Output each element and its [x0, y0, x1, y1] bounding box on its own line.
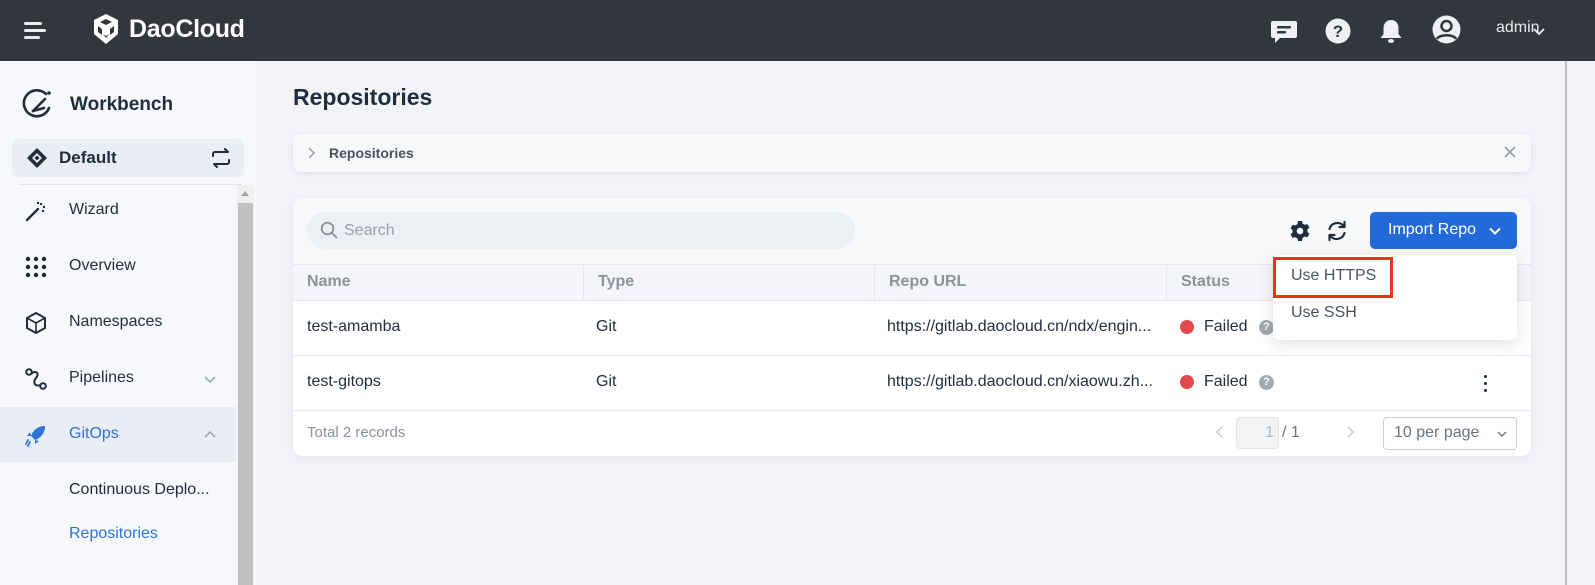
menu-item-use-ssh[interactable]: Use SSH	[1273, 296, 1517, 332]
workspace-name: Default	[59, 148, 117, 167]
column-header-type[interactable]: Type	[583, 265, 874, 300]
subitem-label: Continuous Deplo...	[69, 481, 210, 498]
sidebar-item-overview[interactable]: Overview	[0, 239, 236, 294]
scroll-up-arrow[interactable]	[237, 185, 254, 202]
svg-text:?: ?	[1333, 22, 1343, 41]
workspace-selector[interactable]: Default	[12, 139, 244, 177]
subitem-label: Repositories	[69, 525, 158, 542]
menu-item-label: Use HTTPS	[1291, 267, 1377, 284]
sidebar-item-gitops[interactable]: GitOps	[0, 407, 236, 462]
nav-label: Namespaces	[69, 313, 163, 330]
workbench-icon	[22, 89, 51, 118]
sidebar-subitem-continuous-deploy[interactable]: Continuous Deplo...	[0, 470, 236, 510]
chevron-down-icon[interactable]	[1532, 24, 1546, 38]
workspace-icon	[27, 148, 47, 168]
sidebar-item-wizard[interactable]: Wizard	[0, 183, 236, 238]
nav-label: GitOps	[69, 425, 119, 442]
logo[interactable]: DaoCloud	[89, 12, 245, 46]
import-repo-button[interactable]: Import Repo	[1370, 212, 1517, 249]
brand-name: DaoCloud	[129, 14, 245, 43]
page-number-input[interactable]: 1	[1236, 417, 1279, 449]
cube-icon	[26, 312, 46, 334]
menu-item-use-https[interactable]: Use HTTPS	[1273, 259, 1517, 295]
status-failed-dot	[1180, 320, 1194, 334]
page-size-label: 10 per page	[1394, 424, 1480, 441]
sidebar-item-namespaces[interactable]: Namespaces	[0, 295, 236, 350]
chevron-down-icon	[1497, 431, 1507, 437]
chevron-right-icon[interactable]	[1345, 425, 1357, 439]
import-repo-dropdown: Use HTTPS Use SSH	[1273, 255, 1517, 340]
bell-icon[interactable]	[1377, 17, 1405, 45]
column-header-repo-url[interactable]: Repo URL	[874, 265, 1166, 300]
import-repo-label: Import Repo	[1388, 221, 1477, 238]
repo-status: Failed	[1204, 373, 1248, 390]
menu-item-label: Use SSH	[1291, 304, 1357, 321]
chevron-left-icon[interactable]	[1213, 425, 1225, 439]
gear-icon[interactable]	[1288, 219, 1312, 243]
search-icon	[320, 221, 338, 239]
repo-url: https://gitlab.daocloud.cn/ndx/engin...	[887, 318, 1152, 335]
rocket-icon	[25, 426, 45, 447]
repo-name[interactable]: test-gitops	[307, 373, 381, 391]
close-icon[interactable]	[1503, 145, 1517, 159]
chevron-up-icon	[204, 430, 216, 438]
switch-icon[interactable]	[210, 148, 232, 168]
message-icon[interactable]	[1270, 17, 1298, 45]
page-total: / 1	[1282, 424, 1300, 441]
menu-icon[interactable]	[24, 22, 48, 40]
sidebar-item-pipelines[interactable]: Pipelines	[0, 351, 236, 406]
nav-label: Pipelines	[69, 369, 134, 386]
status-failed-dot	[1180, 375, 1194, 389]
search-box[interactable]	[307, 212, 855, 249]
more-actions-icon[interactable]	[1479, 372, 1491, 394]
scroll-thumb[interactable]	[238, 203, 253, 585]
pipeline-icon	[25, 368, 47, 390]
chevron-down-icon	[1489, 227, 1501, 235]
chevron-down-icon	[204, 376, 216, 384]
column-header-name[interactable]: Name	[293, 265, 583, 300]
user-avatar-icon[interactable]	[1431, 14, 1462, 45]
repo-type: Git	[596, 373, 617, 390]
window-edge	[1565, 61, 1567, 585]
sidebar-subitem-repositories[interactable]: Repositories	[0, 514, 236, 554]
repo-type: Git	[596, 318, 617, 335]
sidebar: Workbench Default Wizard Overview Namesp…	[0, 61, 256, 585]
sidebar-scrollbar[interactable]	[237, 185, 254, 585]
nav-label: Wizard	[69, 201, 119, 218]
chevron-right-icon[interactable]	[306, 146, 316, 160]
table-row[interactable]: test-gitops Git https://gitlab.daocloud.…	[293, 356, 1531, 411]
sidebar-title: Workbench	[22, 88, 173, 120]
page-title: Repositories	[293, 84, 433, 110]
breadcrumb-item: Repositories	[329, 145, 414, 161]
repo-status: Failed	[1204, 318, 1248, 335]
refresh-icon[interactable]	[1325, 219, 1349, 243]
workbench-label: Workbench	[70, 94, 174, 115]
help-icon[interactable]: ?	[1259, 375, 1274, 390]
search-input[interactable]	[344, 212, 844, 249]
top-header: DaoCloud ? admin	[0, 0, 1595, 61]
daocloud-logo-icon	[94, 14, 118, 44]
help-icon[interactable]: ?	[1259, 320, 1274, 335]
grid-icon	[25, 256, 47, 278]
breadcrumb: Repositories	[293, 134, 1531, 172]
nav-label: Overview	[69, 257, 136, 274]
repo-url: https://gitlab.daocloud.cn/xiaowu.zh...	[887, 373, 1153, 390]
help-icon[interactable]: ?	[1324, 17, 1352, 45]
repo-name[interactable]: test-amamba	[307, 318, 400, 336]
magic-wand-icon	[25, 201, 46, 222]
page-size-select[interactable]: 10 per page	[1383, 417, 1517, 450]
total-records: Total 2 records	[307, 424, 406, 441]
